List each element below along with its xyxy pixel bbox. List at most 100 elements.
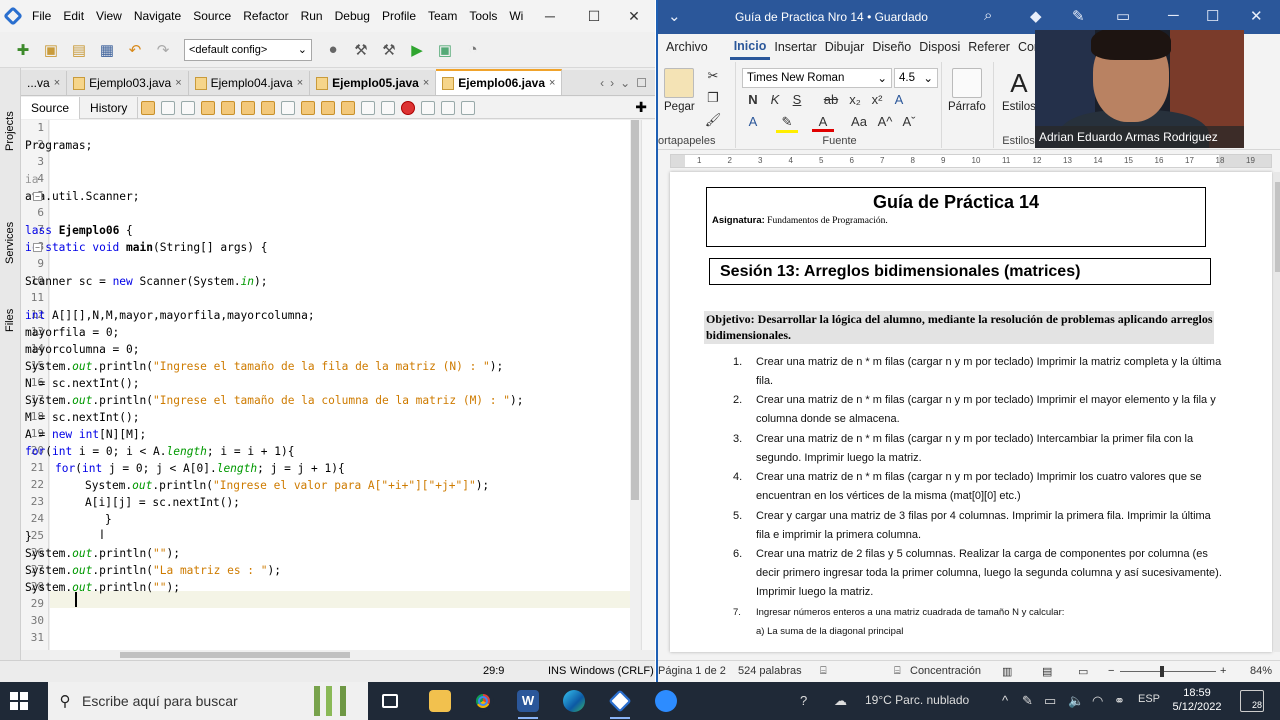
stop-macro-icon[interactable] xyxy=(421,100,436,115)
file-tab-ejemplo06[interactable]: Ejemplo06.java × xyxy=(436,69,563,95)
toggle-bookmark-icon[interactable] xyxy=(341,100,356,115)
maximize-icon[interactable]: ☐ xyxy=(572,0,616,32)
clear-format-icon[interactable]: A xyxy=(888,92,910,107)
menu-tools[interactable]: Tools xyxy=(463,0,503,32)
tab-dibujar[interactable]: Dibujar xyxy=(821,34,869,60)
chevron-down-icon[interactable]: ⌄ xyxy=(668,7,681,25)
file-tab-ejemplo04[interactable]: Ejemplo04.java × xyxy=(188,71,311,95)
chevron-left-icon[interactable]: ‹ xyxy=(600,76,604,90)
tab-insertar[interactable]: Insertar xyxy=(770,34,820,60)
close-icon[interactable]: × xyxy=(423,77,429,89)
file-tab-hidden[interactable]: ...va × xyxy=(21,71,68,95)
menu-window[interactable]: Wi xyxy=(503,0,529,32)
clean-build-icon[interactable]: ⚒ xyxy=(378,39,400,61)
save-all-icon[interactable]: ▦ xyxy=(96,39,118,61)
font-size-select[interactable]: 4.5 ⌄ xyxy=(894,68,938,88)
tab-archivo[interactable]: Archivo xyxy=(662,34,712,60)
start-macro-icon[interactable] xyxy=(401,100,416,115)
undo-icon[interactable]: ↶ xyxy=(124,39,146,61)
profile-icon[interactable]: ◔ xyxy=(462,39,484,61)
print-layout-icon[interactable]: ▤ xyxy=(1042,665,1052,678)
find-icon[interactable] xyxy=(201,100,216,115)
shrink-font-icon[interactable]: Aˇ xyxy=(898,114,920,129)
proofing-icon[interactable]: ⌸ xyxy=(820,665,827,678)
menu-team[interactable]: Team xyxy=(422,0,463,32)
close-icon[interactable]: ✕ xyxy=(1250,7,1263,25)
build-hammer-icon[interactable]: ⚒ xyxy=(350,39,372,61)
forward-icon[interactable] xyxy=(181,100,196,115)
grow-font-icon[interactable]: A^ xyxy=(874,114,896,129)
zoom-out-icon[interactable]: − xyxy=(1108,665,1114,677)
redo-icon[interactable]: ↷ xyxy=(152,39,174,61)
weather-icon[interactable]: ☁ xyxy=(834,693,847,709)
document-page[interactable]: Guía de Práctica 14 Asignatura: Fundamen… xyxy=(670,172,1272,652)
zoom-level[interactable]: 84% xyxy=(1250,665,1272,677)
taskbar-search[interactable]: ⚲ Escribe aquí para buscar xyxy=(48,682,368,720)
zoom-slider[interactable] xyxy=(1120,671,1216,672)
pen-tray-icon[interactable]: ✎ xyxy=(1022,693,1033,709)
text-effects-icon[interactable]: A xyxy=(742,114,764,129)
menu-refactor[interactable]: Refactor xyxy=(237,0,294,32)
uncomment-icon[interactable] xyxy=(461,100,476,115)
wifi-icon[interactable]: ◠ xyxy=(1092,693,1103,709)
tab-referencias[interactable]: Referer xyxy=(964,34,1014,60)
edge-icon[interactable] xyxy=(558,685,590,717)
menu-profile[interactable]: Profile xyxy=(376,0,422,32)
link-icon[interactable]: ⚭ xyxy=(1114,693,1125,709)
battery-icon[interactable]: ▭ xyxy=(1044,693,1056,709)
chevron-down-icon[interactable]: ⌄ xyxy=(620,76,630,90)
menu-file[interactable]: File xyxy=(26,0,57,32)
shift-right-icon[interactable] xyxy=(381,100,396,115)
scrollbar-thumb[interactable] xyxy=(120,652,350,658)
zoom-in-icon[interactable]: + xyxy=(1220,665,1226,677)
globe-icon[interactable]: ● xyxy=(322,39,344,61)
file-tab-ejemplo05[interactable]: Ejemplo05.java × xyxy=(310,71,437,95)
search-icon[interactable]: ⌕ xyxy=(984,7,992,24)
copy-icon[interactable]: ❐ xyxy=(702,90,724,106)
bold-icon[interactable]: N xyxy=(742,92,764,107)
file-tab-ejemplo03[interactable]: Ejemplo03.java × xyxy=(67,71,189,95)
menu-run[interactable]: Run xyxy=(295,0,329,32)
menu-edit[interactable]: Edit xyxy=(57,0,90,32)
word-vertical-scrollbar[interactable] xyxy=(1274,172,1280,652)
windows-start-icon[interactable] xyxy=(10,692,28,710)
chrome-icon[interactable] xyxy=(467,685,499,717)
tab-inicio[interactable]: Inicio xyxy=(729,35,771,60)
back-icon[interactable] xyxy=(161,100,176,115)
chevron-up-icon[interactable]: ^ xyxy=(1002,693,1008,708)
rectangular-select-icon[interactable] xyxy=(281,100,296,115)
language-indicator[interactable]: ESP xyxy=(1138,693,1160,705)
focus-icon[interactable]: ⌸ xyxy=(894,665,901,678)
ribbon-display-icon[interactable]: ▭ xyxy=(1116,7,1130,25)
tab-source[interactable]: Source xyxy=(21,96,81,119)
shift-left-icon[interactable] xyxy=(361,100,376,115)
notification-icon[interactable]: 28 xyxy=(1240,690,1264,712)
restore-window-icon[interactable]: ☐ xyxy=(636,76,647,90)
last-edit-icon[interactable] xyxy=(141,100,156,115)
pen-icon[interactable]: ✎ xyxy=(1072,7,1085,25)
open-project-icon[interactable]: ▤ xyxy=(68,39,90,61)
split-editor-icon[interactable]: ✚ xyxy=(635,99,647,116)
read-mode-icon[interactable]: ▥ xyxy=(1002,665,1012,678)
next-bookmark-icon[interactable] xyxy=(321,100,336,115)
comment-icon[interactable] xyxy=(441,100,456,115)
weather-text[interactable]: 19°C Parc. nublado xyxy=(865,693,969,707)
word-icon[interactable]: W xyxy=(512,685,544,719)
volume-icon[interactable]: 🔈 xyxy=(1068,693,1084,709)
font-color-icon[interactable]: A xyxy=(812,114,834,132)
highlight-icon[interactable]: ✎ xyxy=(776,114,798,133)
run-icon[interactable]: ▶ xyxy=(406,39,428,61)
tab-history[interactable]: History xyxy=(80,96,139,119)
paste-button[interactable]: Pegar xyxy=(664,68,695,113)
menu-source[interactable]: Source xyxy=(187,0,237,32)
services-tab[interactable]: Services xyxy=(2,208,18,278)
new-file-icon[interactable]: ✚ xyxy=(12,39,34,61)
fold-toggle-icon[interactable]: − xyxy=(33,192,42,201)
find-previous-icon[interactable] xyxy=(221,100,236,115)
change-case-icon[interactable]: Aa xyxy=(848,114,870,129)
files-tab[interactable]: Files xyxy=(2,300,18,340)
file-explorer-icon[interactable] xyxy=(424,685,456,717)
fold-toggle-icon[interactable]: − xyxy=(33,243,42,252)
close-icon[interactable]: × xyxy=(549,77,555,89)
close-icon[interactable]: × xyxy=(297,77,303,89)
